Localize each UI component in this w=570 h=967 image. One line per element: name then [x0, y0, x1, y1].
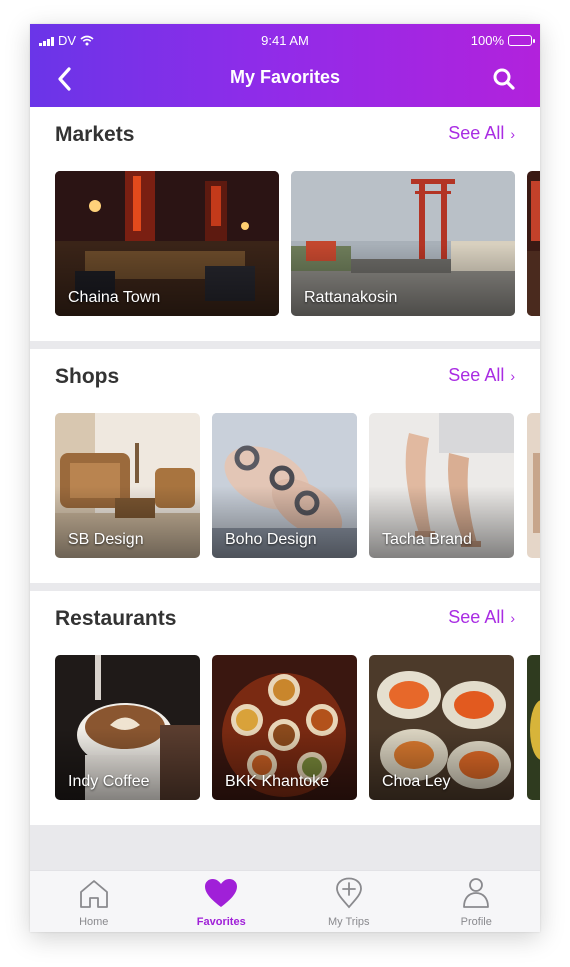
- search-icon[interactable]: [490, 64, 518, 94]
- battery-percent: 100%: [470, 33, 504, 48]
- market-peek-photo: [527, 171, 540, 316]
- tab-label: Favorites: [196, 916, 246, 928]
- heart-icon: [205, 879, 238, 907]
- person-icon: [463, 878, 490, 908]
- tab-profile[interactable]: Profile: [413, 871, 541, 932]
- shop-card-boho-design[interactable]: Boho Design: [212, 413, 357, 558]
- market-card-peek[interactable]: [527, 171, 540, 316]
- restaurant-card-choa-ley[interactable]: Choa Ley: [369, 655, 514, 800]
- section-title: Restaurants: [55, 607, 177, 630]
- app-header: DV 9:41 AM 100% My Favorites: [30, 24, 540, 107]
- shop-card-sb-design[interactable]: SB Design: [55, 413, 200, 558]
- home-icon: [79, 880, 108, 908]
- tab-bar: Home Favorites My Trips Profile: [30, 870, 540, 932]
- card-label: Tacha Brand: [382, 531, 472, 548]
- card-label: Chaina Town: [68, 289, 161, 306]
- battery-icon: [508, 35, 535, 46]
- map-pin-plus-icon: [335, 877, 362, 909]
- see-all-shops-link[interactable]: See All ›: [448, 365, 515, 386]
- tab-my-trips[interactable]: My Trips: [285, 871, 413, 932]
- card-label: SB Design: [68, 531, 144, 548]
- tab-label: Home: [79, 916, 109, 928]
- card-label: Indy Coffee: [68, 773, 150, 790]
- chevron-right-icon: ›: [510, 609, 515, 626]
- chevron-right-icon: ›: [510, 125, 515, 142]
- shop-card-peek[interactable]: [527, 413, 540, 558]
- page-title: My Favorites: [229, 67, 341, 87]
- restaurant-card-bkk-khantoke[interactable]: BKK Khantoke: [212, 655, 357, 800]
- card-label: Rattanakosin: [304, 289, 398, 306]
- section-title: Markets: [55, 123, 135, 146]
- market-card-chaina-town[interactable]: Chaina Town: [55, 171, 279, 316]
- restaurant-card-indy-coffee[interactable]: Indy Coffee: [55, 655, 200, 800]
- tab-home[interactable]: Home: [30, 871, 158, 932]
- section-shops: Shops See All › SB Design Boho Design Ta…: [30, 349, 540, 583]
- section-markets: Markets See All › Chaina Town Rattanakos…: [30, 107, 540, 341]
- card-label: Boho Design: [225, 531, 317, 548]
- card-label: BKK Khantoke: [225, 773, 330, 790]
- nav-bar: My Favorites: [30, 54, 540, 107]
- tab-favorites[interactable]: Favorites: [158, 871, 286, 932]
- section-restaurants: Restaurants See All › Indy Coffee BKK Kh…: [30, 591, 540, 825]
- chevron-right-icon: ›: [510, 367, 515, 384]
- tab-label: My Trips: [327, 916, 370, 928]
- see-all-restaurants-link[interactable]: See All ›: [448, 607, 515, 628]
- market-card-rattanakosin[interactable]: Rattanakosin: [291, 171, 515, 316]
- shop-peek-photo: [527, 413, 540, 558]
- restaurant-peek-photo: [527, 655, 540, 800]
- phone-screen: DV 9:41 AM 100% My Favorites Markets See…: [30, 24, 540, 932]
- see-all-markets-link[interactable]: See All ›: [448, 123, 515, 144]
- restaurant-card-peek[interactable]: [527, 655, 540, 800]
- section-title: Shops: [55, 365, 120, 388]
- card-label: Choa Ley: [382, 773, 451, 790]
- status-time: 9:41 AM: [261, 33, 309, 48]
- shop-card-tacha-brand[interactable]: Tacha Brand: [369, 413, 514, 558]
- status-bar: DV 9:41 AM 100%: [30, 24, 540, 54]
- tab-label: Profile: [460, 916, 492, 928]
